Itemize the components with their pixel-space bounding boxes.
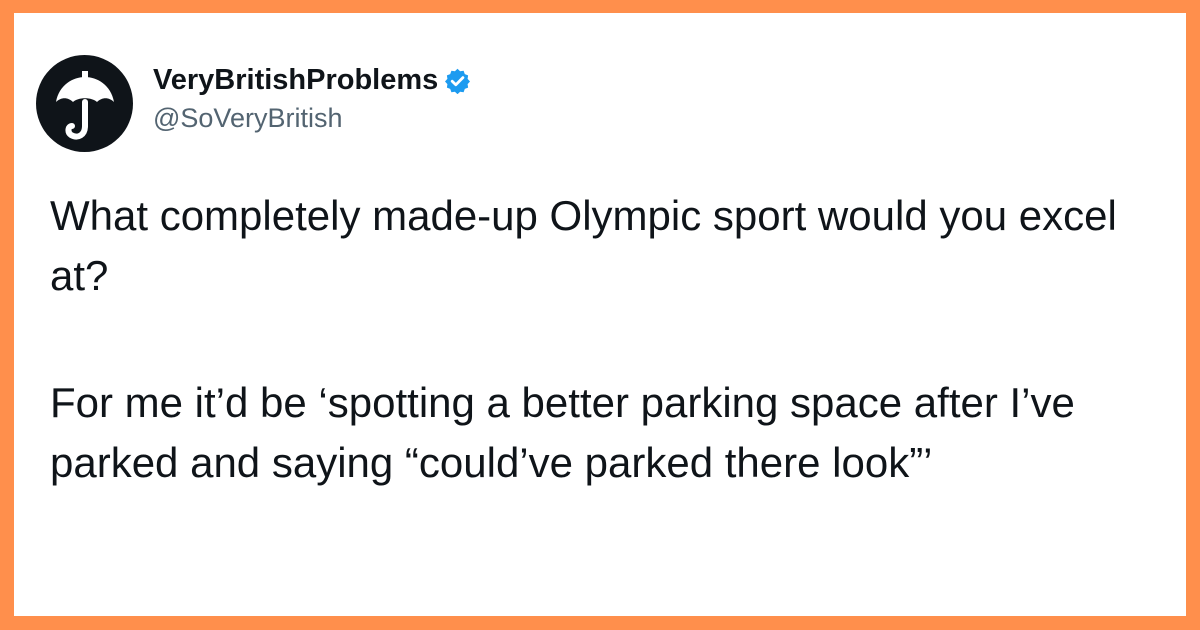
verified-badge-icon bbox=[444, 67, 471, 94]
umbrella-icon bbox=[56, 71, 114, 140]
display-name[interactable]: VeryBritishProblems bbox=[153, 62, 438, 98]
author-handle[interactable]: @SoVeryBritish bbox=[153, 101, 342, 135]
avatar[interactable] bbox=[36, 55, 133, 152]
tweet-text-paragraph-2: For me it’d be ‘spotting a better parkin… bbox=[50, 379, 1075, 486]
tweet-card: VeryBritishProblems @SoVeryBritish What … bbox=[14, 13, 1186, 616]
tweet-text-paragraph-1: What completely made-up Olympic sport wo… bbox=[50, 192, 1117, 299]
author-name-row[interactable]: VeryBritishProblems bbox=[153, 62, 471, 98]
